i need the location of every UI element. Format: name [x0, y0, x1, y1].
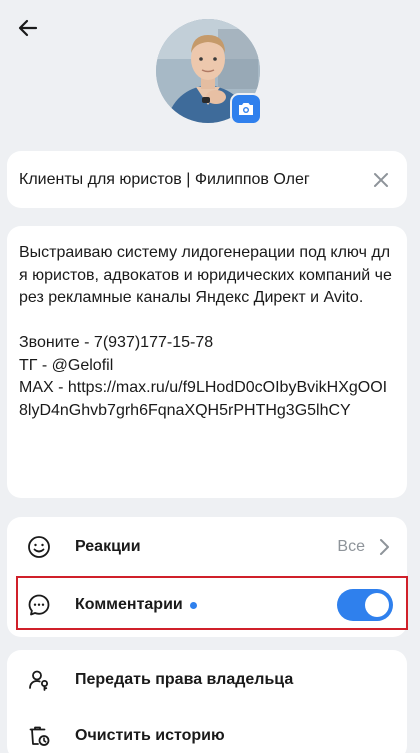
trash-clock-icon — [29, 726, 50, 746]
avatar-container — [156, 19, 262, 125]
new-indicator-dot — [189, 601, 197, 609]
channel-description-field[interactable]: Выстраиваю систему лидогенерации под клю… — [7, 226, 407, 498]
smile-icon — [28, 536, 50, 558]
clear-name-button[interactable] — [367, 166, 395, 194]
transfer-ownership-row[interactable]: Передать права владельца — [7, 652, 407, 708]
reactions-label: Реакции — [75, 538, 141, 555]
clear-history-label: Очистить историю — [75, 727, 225, 744]
user-key-icon — [29, 670, 48, 691]
actions-section: Передать права владельца Очистить истори… — [7, 650, 407, 753]
reactions-row[interactable]: Реакции Все — [7, 519, 407, 575]
channel-name-input[interactable]: Клиенты для юристов | Филиппов Олег — [19, 171, 367, 189]
close-icon — [374, 172, 388, 187]
settings-section: Реакции Все Комментарии — [7, 517, 407, 637]
reactions-value: Все — [337, 538, 365, 555]
clear-history-row[interactable]: Очистить историю — [7, 708, 407, 753]
camera-icon — [239, 103, 253, 115]
change-photo-button[interactable] — [230, 93, 262, 125]
back-button[interactable] — [14, 14, 42, 42]
arrow-left-icon — [18, 19, 38, 37]
channel-description-input[interactable]: Выстраиваю систему лидогенерации под клю… — [19, 242, 395, 422]
comments-label: Комментарии — [75, 596, 183, 613]
chevron-right-icon — [380, 539, 389, 555]
comments-row[interactable]: Комментарии — [7, 577, 407, 633]
chat-bubble-icon — [28, 594, 50, 616]
channel-name-field[interactable]: Клиенты для юристов | Филиппов Олег — [7, 151, 407, 208]
toggle-knob — [365, 593, 389, 617]
comments-toggle[interactable] — [337, 589, 393, 621]
transfer-ownership-label: Передать права владельца — [75, 671, 294, 688]
